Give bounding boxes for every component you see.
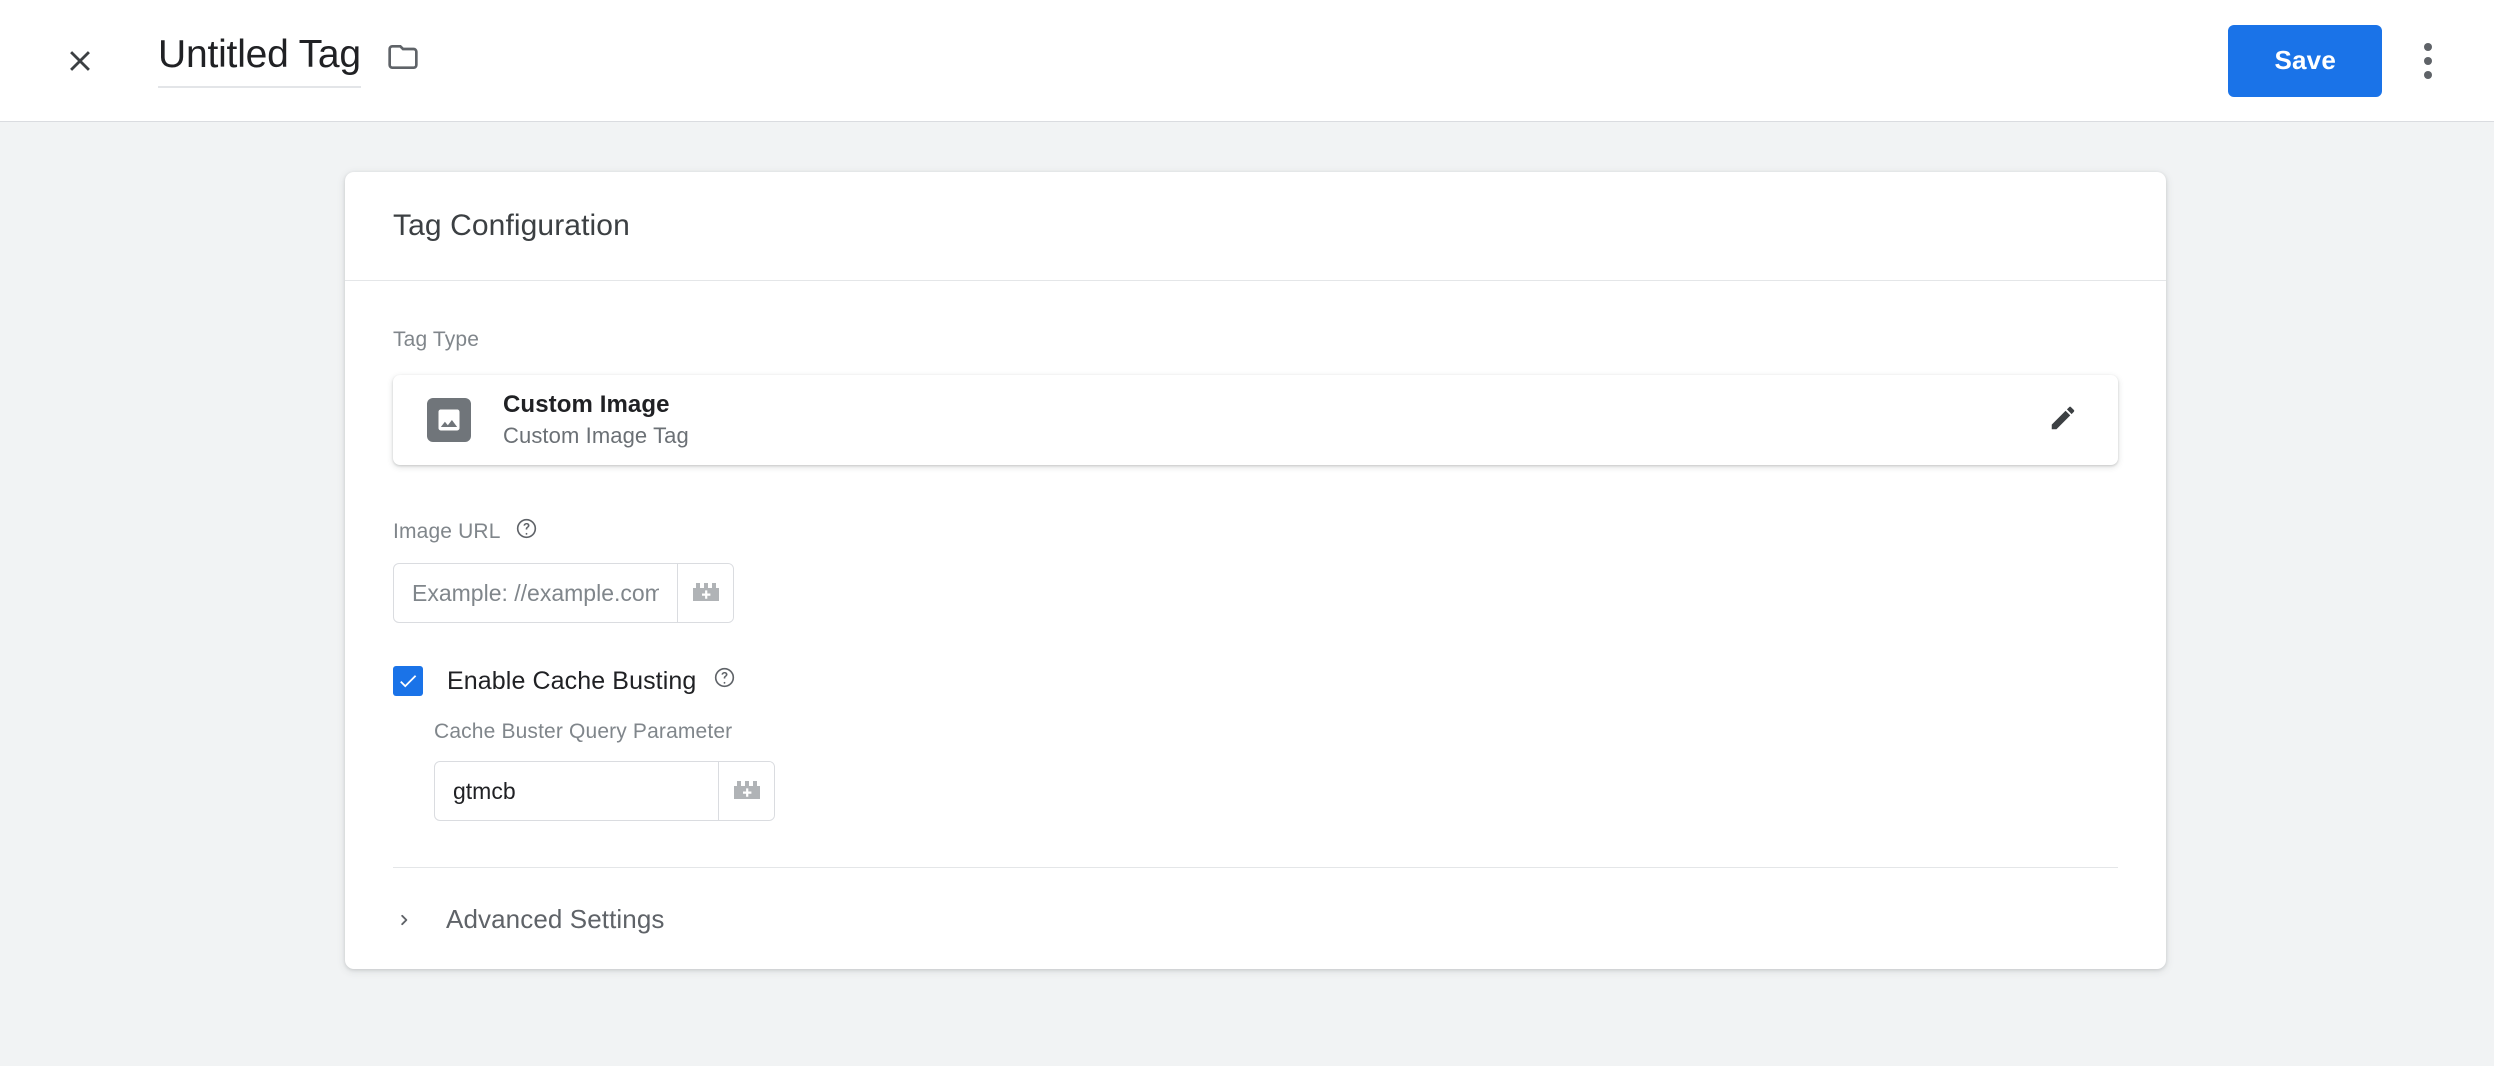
cache-buster-input-group [434, 761, 775, 821]
tag-type-label: Tag Type [393, 328, 480, 351]
enable-cache-busting-checkbox[interactable] [393, 666, 423, 696]
advanced-settings-label: Advanced Settings [446, 904, 665, 934]
image-url-input[interactable] [394, 564, 677, 622]
card-title: Tag Configuration [393, 209, 630, 242]
tag-configuration-card: Tag Configuration Tag Type Custom Image … [345, 172, 2166, 969]
pencil-icon [2048, 403, 2078, 438]
content-area: Tag Configuration Tag Type Custom Image … [0, 122, 2494, 1066]
enable-cache-busting-label: Enable Cache Busting [447, 666, 697, 695]
tag-name-input[interactable]: Untitled Tag [158, 33, 361, 89]
close-icon [63, 44, 97, 78]
enable-cache-busting-label-group: Enable Cache Busting [447, 666, 736, 696]
tag-type-description: Custom Image Tag [503, 423, 689, 448]
header-actions: Save [2228, 24, 2466, 97]
folder-icon[interactable] [387, 41, 419, 78]
variable-picker-icon [690, 579, 722, 608]
tag-type-text: Custom Image Custom Image Tag [503, 391, 689, 449]
cache-buster-input[interactable] [435, 762, 718, 820]
image-url-variable-button[interactable] [677, 564, 733, 622]
help-circle-icon[interactable] [515, 517, 538, 546]
cache-buster-variable-button[interactable] [718, 762, 774, 820]
card-header: Tag Configuration [345, 172, 2166, 281]
section-divider [393, 867, 2118, 868]
image-icon [427, 398, 471, 442]
cache-buster-param-block: Cache Buster Query Parameter [434, 720, 2118, 821]
close-button[interactable] [48, 29, 112, 93]
app-header: Untitled Tag Save [0, 0, 2494, 122]
variable-picker-icon [731, 777, 763, 806]
tag-title-group: Untitled Tag [158, 33, 419, 89]
edit-tag-type-button[interactable] [2036, 393, 2090, 447]
tag-type-selector[interactable]: Custom Image Custom Image Tag [393, 375, 2118, 465]
enable-cache-busting-row[interactable]: Enable Cache Busting [393, 666, 2118, 696]
save-button[interactable]: Save [2228, 24, 2382, 97]
more-vert-icon [2424, 42, 2432, 51]
image-url-label: Image URL [393, 517, 2118, 546]
advanced-settings-toggle[interactable]: Advanced Settings [393, 904, 2118, 935]
tag-type-name: Custom Image [503, 391, 670, 418]
card-body: Tag Type Custom Image Custom Image Tag I… [345, 328, 2166, 935]
image-url-input-group [393, 563, 734, 623]
cache-buster-param-label: Cache Buster Query Parameter [434, 720, 733, 743]
more-options-button[interactable] [2396, 29, 2460, 93]
help-circle-icon[interactable] [713, 666, 736, 696]
chevron-right-icon [393, 909, 415, 931]
